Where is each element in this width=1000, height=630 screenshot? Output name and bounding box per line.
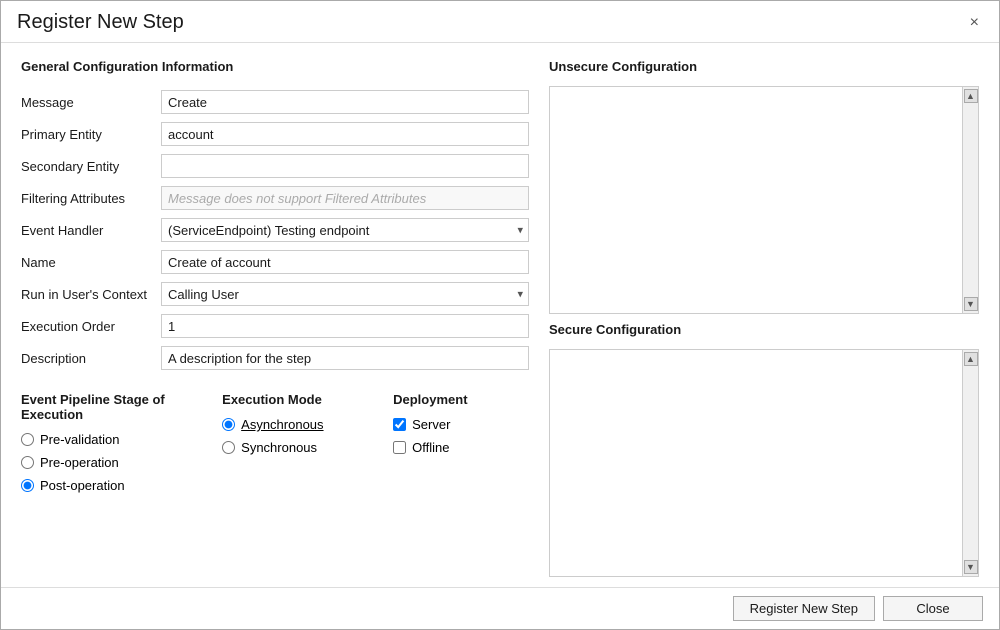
secure-config-section: Secure Configuration ▲ ▼ xyxy=(549,322,979,577)
deployment-title: Deployment xyxy=(393,392,529,407)
pipeline-pre-validation-label: Pre-validation xyxy=(40,432,120,447)
exec-mode-sync-radio[interactable] xyxy=(222,441,235,454)
close-button[interactable]: Close xyxy=(883,596,983,621)
exec-mode-async-radio[interactable] xyxy=(222,418,235,431)
description-row: Description xyxy=(21,342,529,374)
deployment-offline-checkbox[interactable] xyxy=(393,441,406,454)
name-row: Name xyxy=(21,246,529,278)
bottom-section: Event Pipeline Stage of Execution Pre-va… xyxy=(21,392,529,493)
filtering-attributes-label: Filtering Attributes xyxy=(21,182,161,214)
run-in-context-wrapper: Calling User xyxy=(161,282,529,306)
exec-mode-async-label: Asynchronous xyxy=(241,417,323,432)
name-label: Name xyxy=(21,246,161,278)
event-handler-label: Event Handler xyxy=(21,214,161,246)
pipeline-pre-validation[interactable]: Pre-validation xyxy=(21,432,202,447)
deployment-server-checkbox[interactable] xyxy=(393,418,406,431)
execution-order-row: Execution Order xyxy=(21,310,529,342)
secure-config-box: ▲ ▼ xyxy=(549,349,979,577)
right-panels-container: Unsecure Configuration ▲ ▼ Secure Config… xyxy=(549,59,979,577)
secondary-entity-row: Secondary Entity xyxy=(21,150,529,182)
deployment-server[interactable]: Server xyxy=(393,417,529,432)
dialog-body: General Configuration Information Messag… xyxy=(1,43,999,587)
exec-mode-title: Execution Mode xyxy=(222,392,373,407)
pipeline-post-operation-label: Post-operation xyxy=(40,478,125,493)
pipeline-pre-validation-radio[interactable] xyxy=(21,433,34,446)
pipeline-post-operation-radio[interactable] xyxy=(21,479,34,492)
event-handler-wrapper: (ServiceEndpoint) Testing endpoint xyxy=(161,218,529,242)
exec-mode-sync[interactable]: Synchronous xyxy=(222,440,373,455)
primary-entity-label: Primary Entity xyxy=(21,118,161,150)
config-form: Message Primary Entity Secondary Entity … xyxy=(21,86,529,374)
secondary-entity-label: Secondary Entity xyxy=(21,150,161,182)
run-in-context-select[interactable]: Calling User xyxy=(161,282,529,306)
deployment-server-label: Server xyxy=(412,417,450,432)
message-row: Message xyxy=(21,86,529,118)
unsecure-config-title: Unsecure Configuration xyxy=(549,59,979,74)
secure-config-title: Secure Configuration xyxy=(549,322,979,337)
unsecure-scrollbar: ▲ ▼ xyxy=(962,87,978,313)
pipeline-pre-operation-label: Pre-operation xyxy=(40,455,119,470)
secure-scrollbar: ▲ ▼ xyxy=(962,350,978,576)
message-label: Message xyxy=(21,86,161,118)
secure-scroll-down-button[interactable]: ▼ xyxy=(964,560,978,574)
primary-entity-row: Primary Entity xyxy=(21,118,529,150)
run-in-context-label: Run in User's Context xyxy=(21,278,161,310)
pipeline-post-operation[interactable]: Post-operation xyxy=(21,478,202,493)
secondary-entity-input[interactable] xyxy=(161,154,529,178)
description-label: Description xyxy=(21,342,161,374)
exec-mode-sync-label: Synchronous xyxy=(241,440,317,455)
filtering-attributes-input[interactable] xyxy=(161,186,529,210)
title-bar: Register New Step × xyxy=(1,1,999,43)
unsecure-config-box: ▲ ▼ xyxy=(549,86,979,314)
event-handler-select[interactable]: (ServiceEndpoint) Testing endpoint xyxy=(161,218,529,242)
right-panel: Unsecure Configuration ▲ ▼ Secure Config… xyxy=(549,59,979,577)
description-input[interactable] xyxy=(161,346,529,370)
deployment-offline[interactable]: Offline xyxy=(393,440,529,455)
pipeline-radio-group: Pre-validation Pre-operation Post-operat… xyxy=(21,432,202,493)
general-config-title: General Configuration Information xyxy=(21,59,529,74)
register-new-step-dialog: Register New Step × General Configuratio… xyxy=(0,0,1000,630)
primary-entity-input[interactable] xyxy=(161,122,529,146)
pipeline-pre-operation-radio[interactable] xyxy=(21,456,34,469)
dialog-footer: Register New Step Close xyxy=(1,587,999,629)
exec-mode-radio-group: Asynchronous Synchronous xyxy=(222,417,373,455)
message-input[interactable] xyxy=(161,90,529,114)
secure-scroll-up-button[interactable]: ▲ xyxy=(964,352,978,366)
unsecure-config-section: Unsecure Configuration ▲ ▼ xyxy=(549,59,979,314)
pipeline-section: Event Pipeline Stage of Execution Pre-va… xyxy=(21,392,202,493)
name-input[interactable] xyxy=(161,250,529,274)
unsecure-scroll-up-button[interactable]: ▲ xyxy=(964,89,978,103)
deployment-checkbox-group: Server Offline xyxy=(393,417,529,455)
pipeline-pre-operation[interactable]: Pre-operation xyxy=(21,455,202,470)
deployment-section: Deployment Server Offline xyxy=(373,392,529,493)
exec-mode-async[interactable]: Asynchronous xyxy=(222,417,373,432)
filtering-attributes-row: Filtering Attributes xyxy=(21,182,529,214)
register-new-step-button[interactable]: Register New Step xyxy=(733,596,875,621)
window-close-button[interactable]: × xyxy=(966,13,983,33)
exec-mode-section: Execution Mode Asynchronous Synchronous xyxy=(202,392,373,493)
left-panel: General Configuration Information Messag… xyxy=(21,59,529,577)
event-handler-row: Event Handler (ServiceEndpoint) Testing … xyxy=(21,214,529,246)
execution-order-label: Execution Order xyxy=(21,310,161,342)
run-in-context-row: Run in User's Context Calling User xyxy=(21,278,529,310)
execution-order-input[interactable] xyxy=(161,314,529,338)
dialog-title: Register New Step xyxy=(17,11,184,34)
pipeline-title: Event Pipeline Stage of Execution xyxy=(21,392,202,422)
deployment-offline-label: Offline xyxy=(412,440,449,455)
unsecure-scroll-down-button[interactable]: ▼ xyxy=(964,297,978,311)
